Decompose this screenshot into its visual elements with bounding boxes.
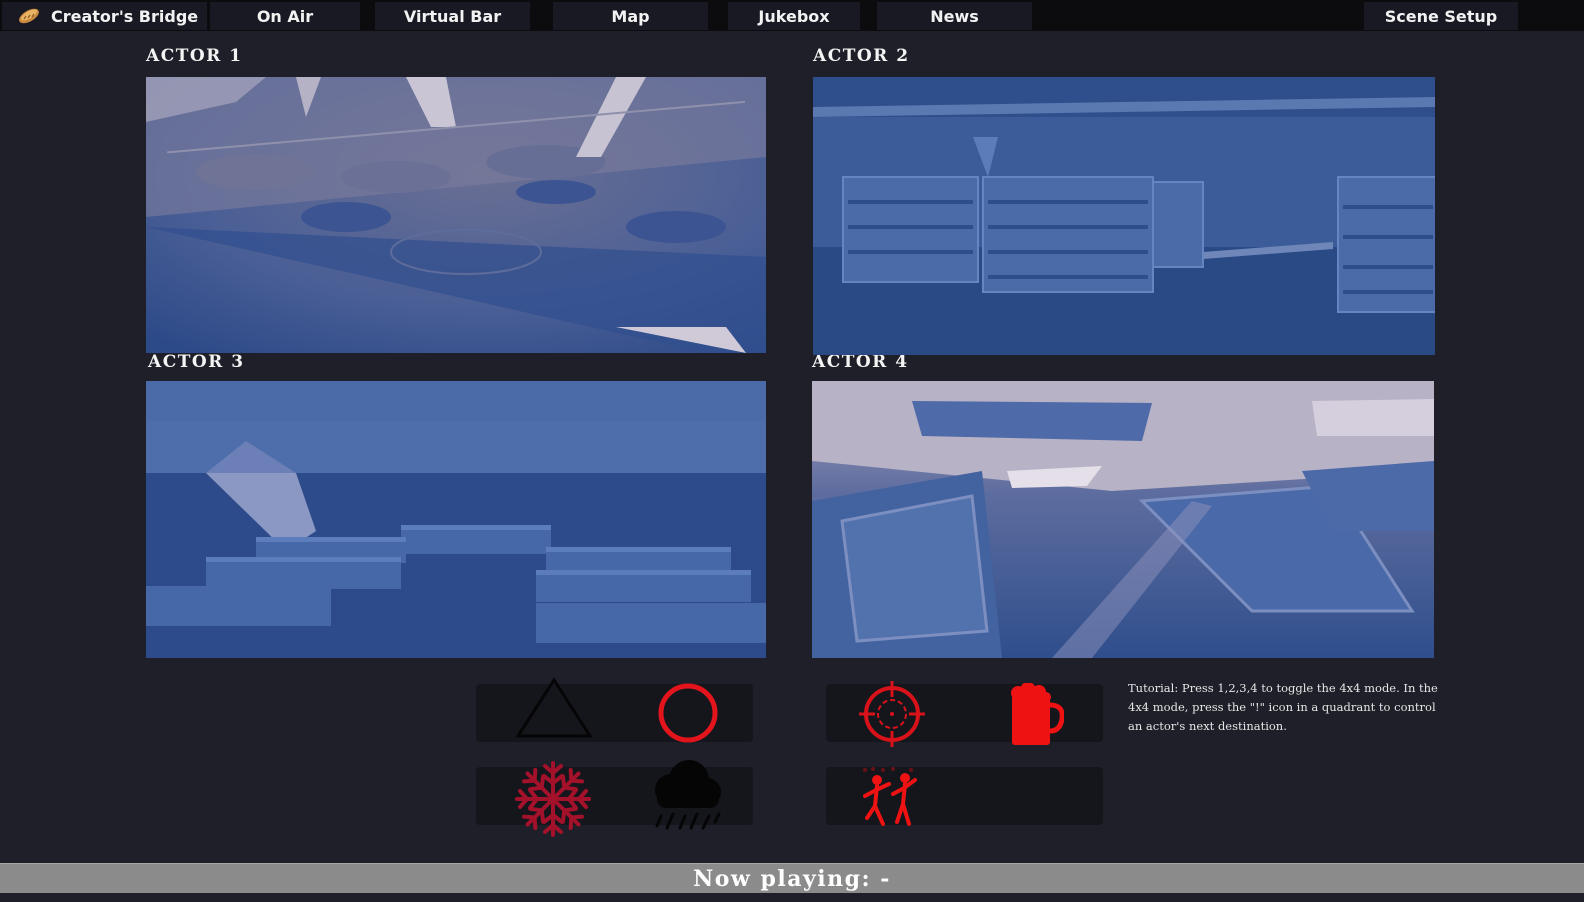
- nav-virtual-bar-label: Virtual Bar: [403, 6, 502, 26]
- actor-2-label: ACTOR 2: [813, 46, 910, 66]
- nav-jukebox-label: Jukebox: [758, 6, 830, 26]
- actor-2-camera-view[interactable]: [813, 77, 1435, 355]
- circle-icon[interactable]: [656, 681, 720, 745]
- rain-cloud-icon[interactable]: [645, 758, 727, 840]
- top-nav-bar: Creator's Bridge On Air Virtual Bar Map …: [0, 0, 1584, 31]
- nav-news[interactable]: News: [877, 2, 1032, 30]
- nav-map[interactable]: Map: [553, 2, 708, 30]
- nav-creators-bridge[interactable]: Creator's Bridge: [2, 2, 207, 30]
- actor-1-label: ACTOR 1: [146, 46, 243, 66]
- actor-4-camera-view[interactable]: [812, 381, 1434, 658]
- nav-scene-setup-label: Scene Setup: [1384, 6, 1498, 26]
- now-playing-label: Now playing: -: [693, 865, 891, 892]
- nav-map-label: Map: [611, 6, 650, 26]
- now-playing-bar: Now playing: -: [0, 863, 1584, 893]
- snowflake-icon[interactable]: [513, 759, 593, 839]
- nav-virtual-bar[interactable]: Virtual Bar: [375, 2, 530, 30]
- actor-3-camera-view[interactable]: [146, 381, 766, 658]
- bread-icon: [16, 7, 42, 25]
- triangle-icon[interactable]: [515, 677, 593, 739]
- nav-creators-bridge-label: Creator's Bridge: [51, 6, 199, 26]
- actor-1-camera-view[interactable]: [146, 77, 766, 353]
- crosshair-icon[interactable]: [859, 681, 925, 747]
- nav-on-air[interactable]: On Air: [210, 2, 360, 30]
- actor-3-label: ACTOR 3: [148, 352, 245, 372]
- nav-scene-setup[interactable]: Scene Setup: [1364, 2, 1518, 30]
- beer-mug-icon[interactable]: [1006, 683, 1064, 745]
- nav-jukebox[interactable]: Jukebox: [728, 2, 860, 30]
- tutorial-text: Tutorial: Press 1,2,3,4 to toggle the 4x…: [1128, 681, 1438, 733]
- actor-4-label: ACTOR 4: [812, 352, 909, 372]
- dancing-people-icon[interactable]: [859, 766, 925, 832]
- nav-news-label: News: [930, 6, 979, 26]
- nav-on-air-label: On Air: [256, 6, 314, 26]
